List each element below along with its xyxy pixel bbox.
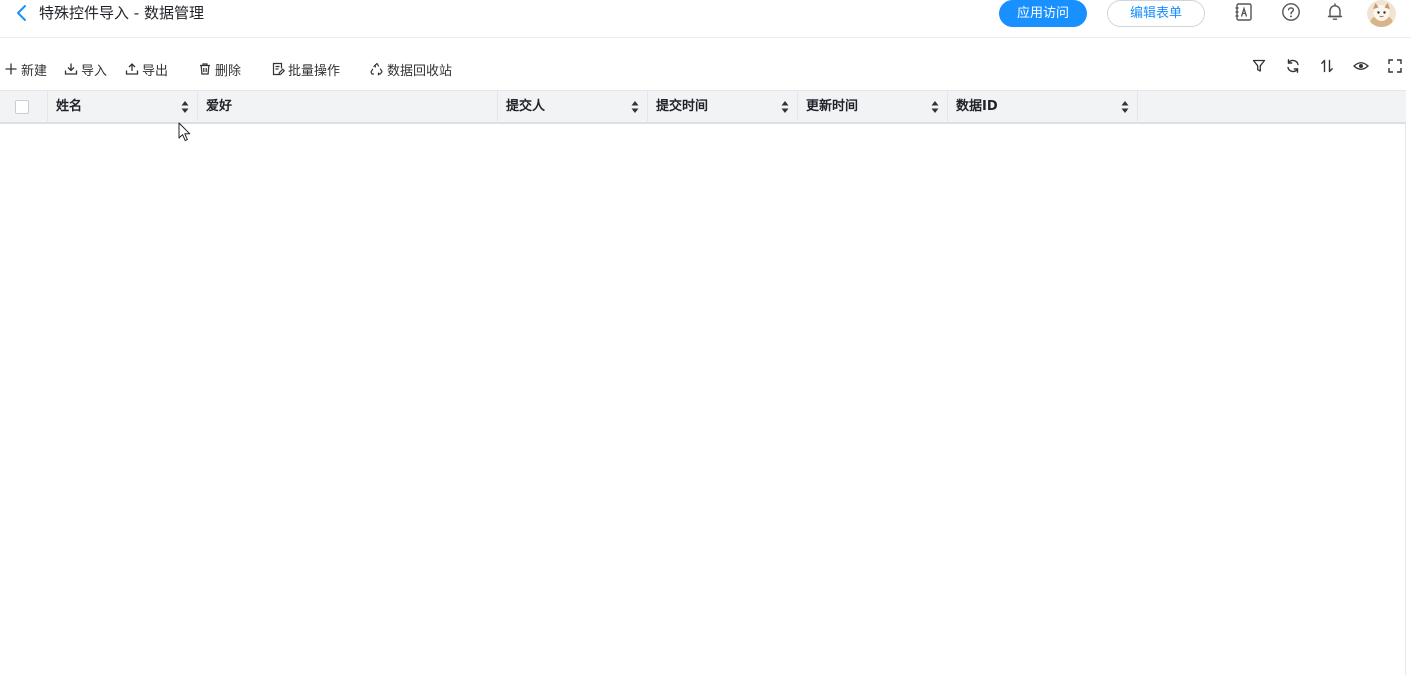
contact-card-icon[interactable] [1234, 2, 1254, 22]
select-all-checkbox[interactable] [15, 100, 29, 114]
view-visibility-icon[interactable] [1352, 57, 1370, 75]
sort-toggle-icon[interactable] [631, 100, 639, 114]
column-header-submitter[interactable]: 提交人 [498, 91, 648, 123]
refresh-icon[interactable] [1284, 57, 1302, 75]
fullscreen-icon[interactable] [1386, 57, 1404, 75]
notification-bell-icon[interactable] [1325, 2, 1345, 22]
help-icon[interactable] [1281, 2, 1301, 22]
column-header-label: 更新时间 [806, 99, 859, 114]
recycle-icon [370, 62, 383, 76]
import-button[interactable]: 导入 [64, 57, 107, 81]
edit-form-button[interactable]: 编辑表单 [1107, 0, 1205, 27]
batch-operation-label: 批量操作 [288, 63, 341, 79]
table-header: 姓名 爱好 提交人 提交时间 更新时间 数据ID [0, 90, 1406, 124]
column-header-label: 提交人 [506, 99, 546, 114]
mouse-cursor-icon [178, 122, 191, 142]
user-avatar[interactable] [1367, 0, 1396, 27]
table-body [0, 124, 1406, 675]
recycle-bin-label: 数据回收站 [387, 63, 453, 79]
sort-toggle-icon[interactable] [181, 100, 189, 114]
batch-edit-icon [272, 62, 285, 76]
plus-icon [5, 63, 17, 75]
import-label: 导入 [81, 63, 108, 79]
column-header-label: 爱好 [206, 99, 233, 114]
select-all-cell [0, 91, 48, 123]
page-title: 特殊控件导入 - 数据管理 [39, 4, 204, 22]
filter-icon[interactable] [1250, 57, 1268, 75]
sort-icon[interactable] [1318, 57, 1336, 75]
column-header-label: 数据ID [956, 99, 998, 114]
delete-label: 删除 [215, 63, 242, 79]
delete-button[interactable]: 删除 [198, 57, 241, 81]
app-header: 特殊控件导入 - 数据管理 应用访问 编辑表单 [0, 0, 1411, 38]
sort-toggle-icon[interactable] [931, 100, 939, 114]
column-header-data-id[interactable]: 数据ID [948, 91, 1138, 123]
column-header-label: 提交时间 [656, 99, 709, 114]
new-record-label: 新建 [21, 63, 48, 79]
export-icon [125, 63, 139, 75]
export-label: 导出 [142, 63, 169, 79]
app-access-button[interactable]: 应用访问 [999, 0, 1087, 27]
column-header-name[interactable]: 姓名 [48, 91, 198, 123]
column-header-update-time[interactable]: 更新时间 [798, 91, 948, 123]
column-header-hobby[interactable]: 爱好 [198, 91, 498, 123]
sort-toggle-icon[interactable] [1121, 100, 1129, 114]
sort-toggle-icon[interactable] [781, 100, 789, 114]
import-icon [64, 63, 78, 75]
back-chevron-icon[interactable] [12, 3, 32, 23]
recycle-bin-button[interactable]: 数据回收站 [370, 57, 452, 81]
table-toolbar: 新建 导入 导出 删除 批量操作 数据回收站 [0, 57, 1411, 81]
batch-operation-button[interactable]: 批量操作 [271, 57, 340, 81]
column-header-submit-time[interactable]: 提交时间 [648, 91, 798, 123]
export-button[interactable]: 导出 [125, 57, 168, 81]
column-header-label: 姓名 [56, 99, 83, 114]
trash-icon [200, 63, 210, 75]
new-record-button[interactable]: 新建 [4, 57, 47, 81]
